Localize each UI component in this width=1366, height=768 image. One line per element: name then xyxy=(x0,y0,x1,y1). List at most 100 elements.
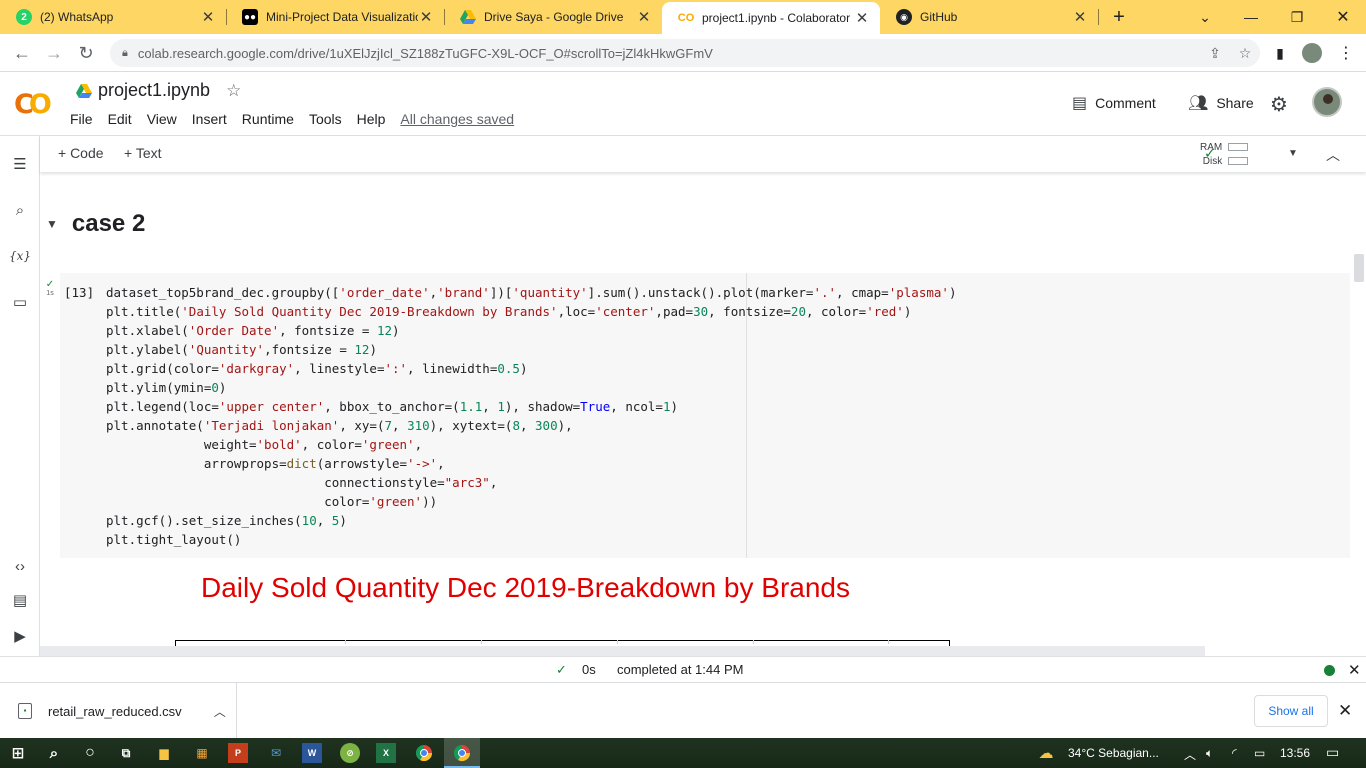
profile-avatar-icon[interactable] xyxy=(1298,39,1326,67)
completed-status[interactable]: completed at 1:44 PM xyxy=(617,662,743,677)
disk-bar xyxy=(1228,157,1249,165)
tab-label: Mini-Project Data Visualizatio xyxy=(266,10,418,24)
close-icon[interactable]: ✕ xyxy=(1338,701,1352,721)
close-icon[interactable]: ✕ xyxy=(1348,661,1361,679)
avatar[interactable] xyxy=(1312,87,1342,117)
excel-icon[interactable]: X xyxy=(376,743,396,763)
colab-icon: CO xyxy=(677,12,695,24)
windows-taskbar: ⊞ ⌕ ○ ⧉ ▆ ▦ P ✉ W ⊘ X xyxy=(0,738,1366,768)
google-drive-icon[interactable] xyxy=(76,83,92,98)
close-icon[interactable]: ✕ xyxy=(636,8,652,26)
mail-icon[interactable]: ✉ xyxy=(266,743,286,763)
folder-icon[interactable]: ▭ xyxy=(8,290,32,314)
store-icon[interactable]: ▦ xyxy=(192,743,212,763)
horizontal-scrollbar[interactable] xyxy=(40,646,1205,656)
table-of-contents-icon[interactable]: ☰ xyxy=(8,152,32,176)
url-text[interactable]: colab.research.google.com/drive/1uXElJzj… xyxy=(138,46,1200,61)
close-window-button[interactable]: ✕ xyxy=(1320,0,1366,34)
command-palette-icon[interactable]: ▤ xyxy=(8,588,32,612)
download-file-name: retail_raw_reduced.csv xyxy=(48,703,182,719)
variables-icon[interactable]: {x} xyxy=(8,244,32,268)
download-item[interactable]: ▪ retail_raw_reduced.csv ︿ xyxy=(0,683,237,739)
colab-header: CO project1.ipynb ☆ File Edit View Inser… xyxy=(0,72,1366,136)
tab-github[interactable]: ◉ GitHub ✕ xyxy=(880,0,1098,34)
code-editor[interactable]: dataset_top5brand_dec.groupby(['order_da… xyxy=(106,283,956,549)
new-tab-button[interactable]: + xyxy=(1096,0,1142,34)
cell-run-status[interactable]: ✓ 1s xyxy=(40,279,60,297)
share-label: Share xyxy=(1216,95,1254,111)
more-menu-icon[interactable]: ⋮ xyxy=(1332,39,1360,67)
task-view-icon[interactable]: ⧉ xyxy=(116,743,136,763)
chart-gridline xyxy=(345,640,346,644)
menu-runtime[interactable]: Runtime xyxy=(242,111,294,127)
side-panel-icon[interactable]: ▮ xyxy=(1266,39,1294,67)
menu-tools[interactable]: Tools xyxy=(309,111,342,127)
vertical-scrollbar[interactable] xyxy=(1354,254,1364,282)
tab-search-chevron-icon[interactable]: ⌄ xyxy=(1182,0,1228,34)
gear-icon[interactable]: ⚙ xyxy=(1270,92,1288,117)
tab-google-drive[interactable]: Drive Saya - Google Drive ✕ xyxy=(444,0,662,34)
add-text-button[interactable]: + Text xyxy=(124,145,162,161)
collapse-chevron-icon[interactable]: ︿ xyxy=(1326,145,1340,165)
collapse-caret-icon[interactable]: ▼ xyxy=(46,217,58,231)
tab-label: (2) WhatsApp xyxy=(40,10,114,24)
minimize-button[interactable]: — xyxy=(1228,0,1274,34)
google-drive-icon xyxy=(460,9,476,25)
people-icon: 👥︎ xyxy=(1188,95,1209,112)
file-icon: ▪ xyxy=(18,703,32,719)
forward-arrow-icon[interactable]: → xyxy=(40,39,68,67)
tab-whatsapp[interactable]: 2 (2) WhatsApp ✕ xyxy=(0,0,226,34)
menu-view[interactable]: View xyxy=(147,111,177,127)
close-icon[interactable]: ✕ xyxy=(854,9,870,27)
code-cell[interactable]: ✓ 1s [13] dataset_top5brand_dec.groupby([… xyxy=(46,273,1350,558)
terminal-icon[interactable]: ▶ xyxy=(8,624,32,648)
menu-file[interactable]: File xyxy=(70,111,93,127)
search-icon[interactable]: ⌕ xyxy=(44,743,64,763)
tab-colab[interactable]: CO project1.ipynb - Colaborator ✕ xyxy=(662,2,880,34)
word-icon[interactable]: W xyxy=(302,743,322,763)
notebook-toolbar: + Code + Text ✓ RAM Disk ▼ ︿ xyxy=(40,136,1366,172)
notebook-title-area: project1.ipynb ☆ xyxy=(76,80,241,101)
chrome-icon[interactable] xyxy=(414,743,434,763)
close-icon[interactable]: ✕ xyxy=(418,8,434,26)
colab-logo[interactable]: CO xyxy=(14,89,52,120)
runtime-dropdown-icon[interactable]: ▼ xyxy=(1288,148,1298,159)
windows-start-icon[interactable]: ⊞ xyxy=(8,743,28,763)
restore-button[interactable]: ❐ xyxy=(1274,0,1320,34)
section-title: case 2 xyxy=(71,210,146,237)
menu-edit[interactable]: Edit xyxy=(108,111,132,127)
back-arrow-icon[interactable]: ← xyxy=(8,39,36,67)
add-code-button[interactable]: + Code xyxy=(58,145,104,161)
chevron-up-icon[interactable]: ︿ xyxy=(214,703,226,720)
tab-mini-project[interactable]: ●● Mini-Project Data Visualizatio ✕ xyxy=(226,0,444,34)
powerpoint-icon[interactable]: P xyxy=(228,743,248,763)
share-button[interactable]: 👥︎ Share xyxy=(1188,93,1254,113)
app-icon[interactable]: ⊘ xyxy=(340,743,360,763)
browser-tab-strip: 2 (2) WhatsApp ✕ ●● Mini-Project Data Vi… xyxy=(0,0,1366,34)
reload-icon[interactable]: ↻ xyxy=(72,39,100,67)
bookmark-star-icon[interactable]: ☆ xyxy=(1230,45,1260,62)
status-indicator-dot xyxy=(1324,665,1335,676)
run-duration: 0s xyxy=(582,662,596,677)
active-taskbar-item[interactable] xyxy=(444,738,480,768)
close-icon[interactable]: ✕ xyxy=(200,8,216,26)
notebook-title[interactable]: project1.ipynb xyxy=(98,80,210,101)
resource-monitor[interactable]: RAM Disk xyxy=(1200,140,1249,168)
show-all-button[interactable]: Show all xyxy=(1254,695,1328,727)
chart-gridline xyxy=(888,640,889,644)
share-page-icon[interactable]: ⇪ xyxy=(1200,45,1230,62)
menu-help[interactable]: Help xyxy=(357,111,386,127)
close-icon[interactable]: ✕ xyxy=(1072,8,1088,26)
notebook-body: ▼ case 2 ✓ 1s [13] dataset_top5brand_dec.… xyxy=(40,172,1350,656)
address-bar[interactable]: 🔒︎ colab.research.google.com/drive/1uXEl… xyxy=(110,39,1260,67)
save-status[interactable]: All changes saved xyxy=(400,111,514,127)
cortana-icon[interactable]: ○ xyxy=(80,743,100,763)
section-heading[interactable]: ▼ case 2 xyxy=(46,210,145,238)
comment-button[interactable]: ▤ Comment xyxy=(1072,93,1156,113)
code-snippets-icon[interactable]: ‹› xyxy=(8,554,32,578)
tab-label: GitHub xyxy=(920,10,958,24)
search-icon[interactable]: ⌕ xyxy=(8,198,32,222)
star-icon[interactable]: ☆ xyxy=(226,81,241,101)
file-explorer-icon[interactable]: ▆ xyxy=(154,743,174,763)
menu-insert[interactable]: Insert xyxy=(192,111,227,127)
